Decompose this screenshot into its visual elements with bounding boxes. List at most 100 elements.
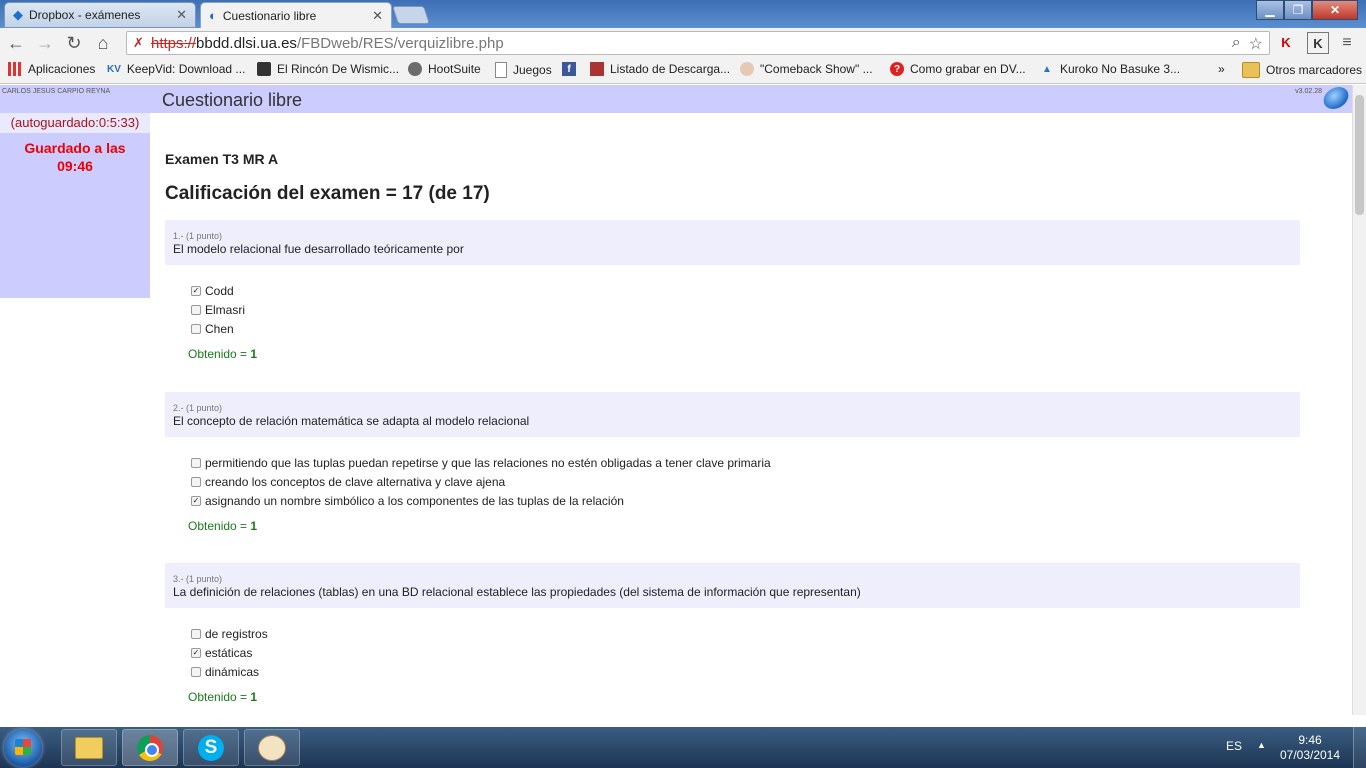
show-desktop-button[interactable] bbox=[1353, 727, 1366, 768]
score-label: Obtenido = bbox=[188, 690, 251, 704]
omnibox-actions: ⌕ ☆ bbox=[1232, 34, 1263, 54]
tray-expand-icon[interactable]: ▲ bbox=[1257, 740, 1266, 750]
bookmarks-bar: Aplicaciones KV KeepVid: Download ... El… bbox=[0, 58, 1366, 84]
page-scrollbar[interactable] bbox=[1352, 85, 1366, 715]
score-label: Obtenido = bbox=[188, 519, 251, 533]
checkbox-checked[interactable]: ✓ bbox=[191, 285, 201, 296]
checkbox[interactable] bbox=[191, 666, 201, 677]
kaspersky-extension-icon[interactable]: K bbox=[1276, 32, 1296, 52]
clock-date: 07/03/2014 bbox=[1279, 748, 1341, 762]
score-label: Obtenido = bbox=[188, 347, 251, 361]
other-bookmarks[interactable]: Otros marcadores bbox=[1242, 62, 1362, 78]
checkbox[interactable] bbox=[191, 476, 201, 487]
option-label: Elmasri bbox=[205, 302, 246, 317]
page-icon bbox=[495, 62, 507, 78]
new-tab-button[interactable] bbox=[392, 6, 430, 24]
taskbar-skype[interactable]: S bbox=[183, 729, 239, 766]
start-button[interactable] bbox=[4, 729, 42, 767]
checkbox[interactable] bbox=[191, 457, 201, 468]
question-icon: ? bbox=[890, 62, 904, 76]
folder-icon bbox=[1242, 62, 1260, 78]
score-value: 1 bbox=[250, 690, 258, 704]
question-text: La definición de relaciones (tablas) en … bbox=[173, 585, 861, 599]
exam-name: Examen T3 MR A bbox=[165, 151, 279, 167]
taskbar-paint[interactable] bbox=[244, 729, 300, 766]
bookmark-star-icon[interactable]: ☆ bbox=[1249, 34, 1263, 54]
taskbar-explorer[interactable] bbox=[61, 729, 117, 766]
site-icon bbox=[257, 62, 271, 76]
question-number: 2.- (1 punto) bbox=[173, 403, 223, 413]
checkbox-checked[interactable]: ✓ bbox=[191, 495, 201, 506]
user-name: CARLOS JESUS CARPIO REYNA bbox=[2, 88, 111, 95]
option-label: asignando un nombre simbólico a los comp… bbox=[205, 493, 624, 508]
extension-k-icon[interactable]: K bbox=[1307, 32, 1329, 54]
clock[interactable]: 9:46 07/03/2014 bbox=[1278, 733, 1342, 763]
bookmark-juegos[interactable]: Juegos bbox=[495, 62, 552, 78]
more-bookmarks-button[interactable]: » bbox=[1218, 62, 1225, 76]
checkbox-checked[interactable]: ✓ bbox=[191, 647, 201, 658]
taskbar-chrome[interactable] bbox=[122, 729, 178, 766]
dropbox-icon: ◆ bbox=[13, 7, 23, 22]
checkbox[interactable] bbox=[191, 628, 201, 639]
sidebar: (autoguardado:0:5:33) Guardado a las 09:… bbox=[0, 113, 150, 298]
answer-option[interactable]: de registros bbox=[191, 624, 1300, 643]
url-scheme: https:// bbox=[151, 34, 197, 52]
answer-option[interactable]: ✓ asignando un nombre simbólico a los com… bbox=[191, 491, 1300, 510]
site-logo-icon: ◐ bbox=[209, 8, 217, 23]
site-logo-icon bbox=[1321, 87, 1351, 109]
answer-option[interactable]: Elmasri bbox=[191, 300, 1300, 319]
close-tab-icon[interactable]: ✕ bbox=[372, 8, 383, 24]
triangle-icon: ▲ bbox=[1042, 63, 1052, 75]
bookmark-facebook[interactable]: f bbox=[562, 62, 582, 76]
reload-button[interactable]: ↻ bbox=[61, 33, 87, 54]
scrollbar-thumb[interactable] bbox=[1355, 95, 1364, 215]
checkbox[interactable] bbox=[191, 304, 201, 315]
question-number: 3.- (1 punto) bbox=[173, 574, 223, 584]
chrome-icon bbox=[137, 734, 163, 761]
maximize-button[interactable]: ❐ bbox=[1284, 0, 1312, 20]
window-controls: ▁ ❐ ✕ bbox=[1256, 0, 1358, 20]
answer-option[interactable]: Chen bbox=[191, 319, 1300, 338]
answer-option[interactable]: permitiendo que las tuplas puedan repeti… bbox=[191, 453, 1300, 472]
option-label: estáticas bbox=[205, 645, 253, 660]
browser-titlebar: ◆ Dropbox - exámenes ✕ ◐ Cuestionario li… bbox=[0, 0, 1366, 28]
minimize-button[interactable]: ▁ bbox=[1256, 0, 1284, 20]
answer-option[interactable]: ✓ estáticas bbox=[191, 643, 1300, 662]
answer-options: de registros ✓ estáticas dinámicas bbox=[191, 624, 1300, 681]
forward-button[interactable]: → bbox=[32, 33, 58, 54]
bookmark-grabar-dvd[interactable]: ? Como grabar en DV... bbox=[890, 62, 1026, 76]
bookmark-keepvid[interactable]: KV KeepVid: Download ... bbox=[107, 62, 245, 76]
checkbox[interactable] bbox=[191, 323, 201, 334]
option-label: dinámicas bbox=[205, 664, 260, 679]
bookmark-label: El Rincón De Wismic... bbox=[277, 62, 400, 76]
bookmark-rincon[interactable]: El Rincón De Wismic... bbox=[257, 62, 399, 76]
menu-icon[interactable]: ≡ bbox=[1338, 34, 1356, 52]
option-label: permitiendo que las tuplas puedan repeti… bbox=[205, 455, 771, 470]
search-icon[interactable]: ⌕ bbox=[1232, 34, 1241, 54]
insecure-lock-icon[interactable]: ✗ bbox=[133, 35, 149, 51]
bookmark-kuroko[interactable]: ▲ Kuroko No Basuke 3... bbox=[1040, 62, 1180, 76]
question-number: 1.- (1 punto) bbox=[173, 231, 223, 241]
home-button[interactable]: ⌂ bbox=[90, 33, 116, 54]
doll-icon bbox=[740, 62, 754, 76]
address-bar[interactable]: ✗ https:// bbdd.dlsi.ua.es /FBDweb/RES/v… bbox=[126, 31, 1270, 55]
close-tab-icon[interactable]: ✕ bbox=[176, 7, 187, 23]
answer-option[interactable]: creando los conceptos de clave alternati… bbox=[191, 472, 1300, 491]
bookmark-descargas[interactable]: Listado de Descarga... bbox=[590, 62, 730, 76]
option-label: Chen bbox=[205, 321, 234, 336]
close-window-button[interactable]: ✕ bbox=[1312, 0, 1358, 20]
bookmark-comeback-show[interactable]: "Comeback Show" ... bbox=[740, 62, 873, 76]
bookmark-hootsuite[interactable]: HootSuite bbox=[408, 62, 481, 76]
answer-option[interactable]: dinámicas bbox=[191, 662, 1300, 681]
tab-dropbox[interactable]: ◆ Dropbox - exámenes ✕ bbox=[4, 2, 196, 28]
back-button[interactable]: ← bbox=[3, 33, 29, 54]
question-header: 3.- (1 punto) La definición de relacione… bbox=[165, 563, 1300, 608]
language-indicator[interactable]: ES bbox=[1226, 739, 1242, 753]
url-host: bbdd.dlsi.ua.es bbox=[196, 34, 297, 52]
answer-option[interactable]: ✓ Codd bbox=[191, 281, 1300, 300]
tab-cuestionario[interactable]: ◐ Cuestionario libre ✕ bbox=[200, 2, 392, 28]
windows-logo-icon bbox=[15, 739, 31, 755]
bookmark-aplicaciones[interactable]: Aplicaciones bbox=[8, 62, 95, 76]
apps-icon bbox=[8, 62, 22, 76]
option-label: Codd bbox=[205, 283, 234, 298]
